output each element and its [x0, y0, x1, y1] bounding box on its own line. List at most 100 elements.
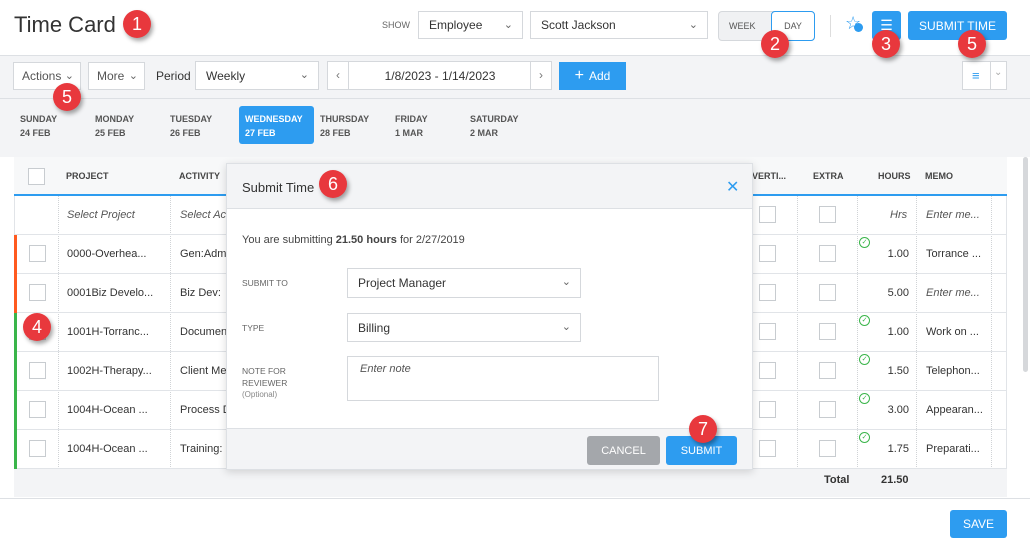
day-name: TUESDAY — [170, 114, 213, 124]
approved-check-icon: ✓ — [859, 393, 870, 404]
extra-checkbox[interactable] — [819, 440, 836, 457]
row-hours[interactable]: 3.00 — [888, 404, 909, 416]
row-project[interactable]: 0001Biz Develo... — [67, 287, 153, 299]
select-all-checkbox[interactable] — [28, 168, 45, 185]
extra-checkbox[interactable] — [819, 362, 836, 379]
note-label-line2: REVIEWER — [242, 378, 288, 388]
row-checkbox[interactable] — [29, 245, 46, 262]
note-label-line1: NOTE FOR — [242, 366, 286, 376]
overtime-checkbox[interactable] — [759, 362, 776, 379]
favorite-star-icon[interactable]: ☆ — [845, 13, 863, 34]
row-activity[interactable]: Documen — [180, 326, 227, 338]
extra-checkbox[interactable] — [819, 284, 836, 301]
row-memo[interactable]: Work on ... — [926, 326, 979, 338]
hours-input[interactable]: Hrs — [890, 209, 907, 221]
overtime-checkbox[interactable] — [759, 440, 776, 457]
submit-to-label: SUBMIT TO — [242, 278, 288, 288]
day-date: 24 FEB — [20, 128, 51, 138]
day-tab-thursday[interactable]: THURSDAY 28 FEB — [314, 106, 389, 144]
row-activity[interactable]: Biz Dev: — [180, 287, 221, 299]
submit-to-select[interactable]: Project Manager ⌄ — [347, 268, 581, 298]
day-tab-wednesday[interactable]: WEDNESDAY 27 FEB — [239, 106, 314, 144]
next-period-button[interactable]: › — [530, 62, 551, 89]
header-extra[interactable]: EXTRA — [813, 171, 844, 181]
header-activity[interactable]: ACTIVITY — [179, 171, 220, 181]
more-button[interactable]: More ⌄ — [88, 62, 145, 90]
close-icon[interactable]: ✕ — [726, 177, 739, 197]
row-checkbox[interactable] — [29, 284, 46, 301]
row-memo[interactable]: Preparati... — [926, 443, 980, 455]
day-tab-tuesday[interactable]: TUESDAY 26 FEB — [164, 106, 239, 144]
overtime-checkbox[interactable] — [759, 323, 776, 340]
chevron-down-icon: ⌄ — [688, 19, 698, 31]
show-select[interactable]: Employee ⌄ — [418, 11, 523, 39]
row-hours[interactable]: 1.00 — [888, 248, 909, 260]
period-select[interactable]: Weekly ⌄ — [195, 61, 319, 90]
row-memo[interactable]: Telephon... — [926, 365, 980, 377]
memo-input[interactable]: Enter me... — [926, 209, 980, 221]
chevron-down-icon: ⌄ — [561, 276, 571, 288]
type-label: TYPE — [242, 323, 265, 333]
overtime-checkbox[interactable] — [759, 401, 776, 418]
cancel-button[interactable]: CANCEL — [587, 436, 660, 465]
note-textarea[interactable]: Enter note — [347, 356, 659, 401]
row-checkbox[interactable] — [29, 401, 46, 418]
filter-button[interactable]: ≡ ⌄ — [962, 61, 1007, 90]
summary-post: for 2/27/2019 — [396, 234, 465, 246]
row-memo[interactable]: Enter me... — [926, 287, 980, 299]
extra-checkbox[interactable] — [819, 401, 836, 418]
day-name: WEDNESDAY — [245, 114, 303, 124]
day-tab-saturday[interactable]: SATURDAY 2 MAR — [464, 106, 539, 144]
status-indicator — [14, 313, 17, 352]
row-activity[interactable]: Gen:Admi — [180, 248, 229, 260]
status-indicator — [14, 235, 17, 274]
row-hours[interactable]: 1.75 — [888, 443, 909, 455]
approved-check-icon: ✓ — [859, 354, 870, 365]
week-toggle[interactable]: WEEK — [729, 21, 756, 31]
day-name: SUNDAY — [20, 114, 58, 124]
row-activity[interactable]: Training: — [180, 443, 222, 455]
employee-select[interactable]: Scott Jackson ⌄ — [530, 11, 708, 39]
row-project[interactable]: 1004H-Ocean ... — [67, 443, 148, 455]
header-memo[interactable]: MEMO — [925, 171, 953, 181]
row-memo[interactable]: Appearan... — [926, 404, 983, 416]
row-activity[interactable]: Process D — [180, 404, 231, 416]
day-date: 27 FEB — [245, 128, 276, 138]
select-project-input[interactable]: Select Project — [67, 209, 135, 221]
type-select[interactable]: Billing ⌄ — [347, 313, 581, 342]
row-checkbox[interactable] — [29, 362, 46, 379]
day-tab-friday[interactable]: FRIDAY 1 MAR — [389, 106, 464, 144]
extra-checkbox[interactable] — [819, 245, 836, 262]
select-activity-input[interactable]: Select Ac — [180, 209, 226, 221]
row-checkbox[interactable] — [29, 440, 46, 457]
date-range[interactable]: 1/8/2023 - 1/14/2023 — [349, 69, 531, 83]
scrollbar[interactable] — [1023, 157, 1028, 372]
row-hours[interactable]: 1.00 — [888, 326, 909, 338]
extra-checkbox[interactable] — [819, 323, 836, 340]
overtime-checkbox[interactable] — [759, 245, 776, 262]
row-project[interactable]: 1004H-Ocean ... — [67, 404, 148, 416]
day-tab-monday[interactable]: MONDAY 25 FEB — [89, 106, 164, 144]
row-hours[interactable]: 5.00 — [888, 287, 909, 299]
chevron-down-icon: ⌄ — [561, 321, 571, 333]
add-button[interactable]: + Add — [559, 62, 626, 90]
row-activity[interactable]: Client Me — [180, 365, 226, 377]
note-label: NOTE FOR REVIEWER (Optional) — [242, 365, 287, 401]
row-project[interactable]: 1002H-Therapy... — [67, 365, 152, 377]
row-project[interactable]: 1001H-Torranc... — [67, 326, 149, 338]
submit-time-button[interactable]: SUBMIT TIME — [908, 11, 1007, 40]
day-tab-sunday[interactable]: SUNDAY 24 FEB — [14, 106, 89, 144]
header-project[interactable]: PROJECT — [66, 171, 109, 181]
overtime-checkbox[interactable] — [759, 206, 776, 223]
header-overtime[interactable]: VERTI... — [752, 171, 786, 181]
header-hours[interactable]: HOURS — [878, 171, 911, 181]
prev-period-button[interactable]: ‹ — [328, 62, 349, 89]
save-button[interactable]: SAVE — [950, 510, 1007, 538]
day-date: 25 FEB — [95, 128, 126, 138]
row-hours[interactable]: 1.50 — [888, 365, 909, 377]
overtime-checkbox[interactable] — [759, 284, 776, 301]
extra-checkbox[interactable] — [819, 206, 836, 223]
row-memo[interactable]: Torrance ... — [926, 248, 981, 260]
row-project[interactable]: 0000-Overhea... — [67, 248, 147, 260]
divider — [830, 15, 831, 37]
